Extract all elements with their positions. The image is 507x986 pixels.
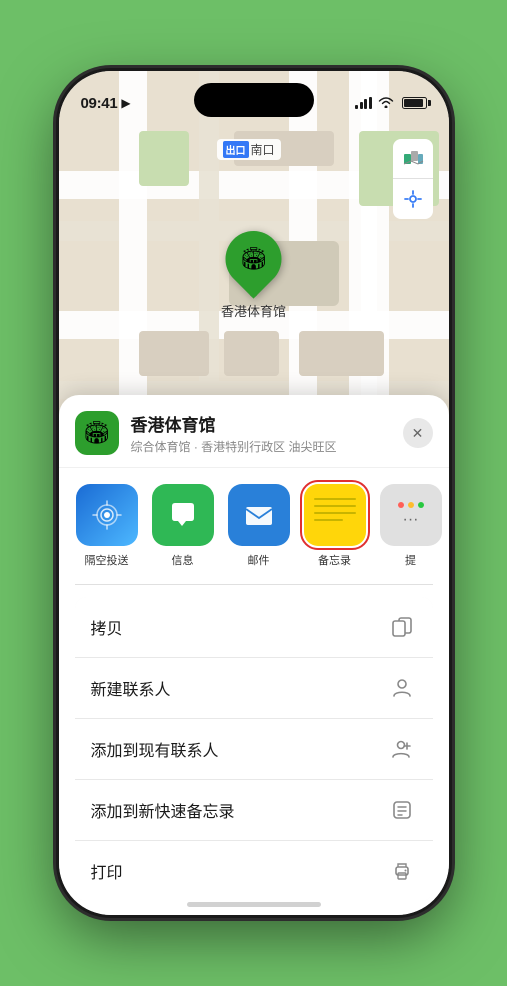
status-icons [355,95,427,111]
marker-pin-icon: 🏟 [240,246,268,272]
notes-icon [304,484,366,546]
exit-tag: 出口 [223,141,249,158]
venue-name: 香港体育馆 [131,411,391,436]
action-messages[interactable]: 信息 [151,484,215,568]
menu-list: 拷贝 新建联系人 添加到现有联系人 [75,597,433,901]
map-label: 出口 南口 [217,139,281,160]
location-icon: ▶ [121,96,130,110]
mail-icon [228,484,290,546]
messages-label: 信息 [172,552,194,568]
signal-bars [355,97,372,109]
actions-row: 隔空投送 信息 邮件 [59,468,449,584]
divider [75,584,433,585]
action-notes[interactable]: 备忘录 [303,484,367,568]
copy-label: 拷贝 [91,615,123,639]
new-contact-label: 新建联系人 [91,676,171,700]
marker-pin: 🏟 [214,219,293,298]
action-more[interactable]: ··· 提 [379,484,443,568]
notes-label: 备忘录 [318,552,351,568]
copy-icon [387,612,417,642]
menu-item-quick-note[interactable]: 添加到新快速备忘录 [75,780,433,841]
venue-info: 香港体育馆 综合体育馆 · 香港特别行政区 油尖旺区 [131,411,391,455]
print-label: 打印 [91,859,123,883]
note-icon [387,795,417,825]
menu-item-copy[interactable]: 拷贝 [75,597,433,658]
messages-icon [152,484,214,546]
more-label: 提 [405,552,416,568]
print-icon [387,856,417,886]
map-controls [393,139,433,219]
location-button[interactable] [393,179,433,219]
close-button[interactable]: ✕ [403,418,433,448]
menu-item-add-contact[interactable]: 添加到现有联系人 [75,719,433,780]
marker-label: 香港体育馆 [221,301,286,320]
quick-note-label: 添加到新快速备忘录 [91,798,235,822]
dynamic-island [194,83,314,117]
bottom-sheet: 🏟 香港体育馆 综合体育馆 · 香港特别行政区 油尖旺区 ✕ [59,395,449,915]
wifi-icon [378,95,394,111]
menu-item-print[interactable]: 打印 [75,841,433,901]
battery-icon [402,97,427,109]
phone-frame: 09:41 ▶ [59,71,449,915]
venue-icon: 🏟 [75,411,119,455]
mail-label: 邮件 [248,552,270,568]
person-icon [387,673,417,703]
stadium-marker[interactable]: 🏟 香港体育馆 [221,231,286,320]
airdrop-icon [76,484,138,546]
sheet-header: 🏟 香港体育馆 综合体育馆 · 香港特别行政区 油尖旺区 ✕ [59,395,449,468]
more-icon: ··· [380,484,442,546]
airdrop-label: 隔空投送 [85,552,129,568]
menu-item-new-contact[interactable]: 新建联系人 [75,658,433,719]
home-indicator [187,902,321,907]
action-mail[interactable]: 邮件 [227,484,291,568]
status-time: 09:41 [81,95,118,112]
map-type-button[interactable] [393,139,433,179]
exit-label: 南口 [251,141,275,158]
notes-lines [314,498,356,521]
person-add-icon [387,734,417,764]
add-contact-label: 添加到现有联系人 [91,737,219,761]
action-airdrop[interactable]: 隔空投送 [75,484,139,568]
venue-subtitle: 综合体育馆 · 香港特别行政区 油尖旺区 [131,438,391,455]
